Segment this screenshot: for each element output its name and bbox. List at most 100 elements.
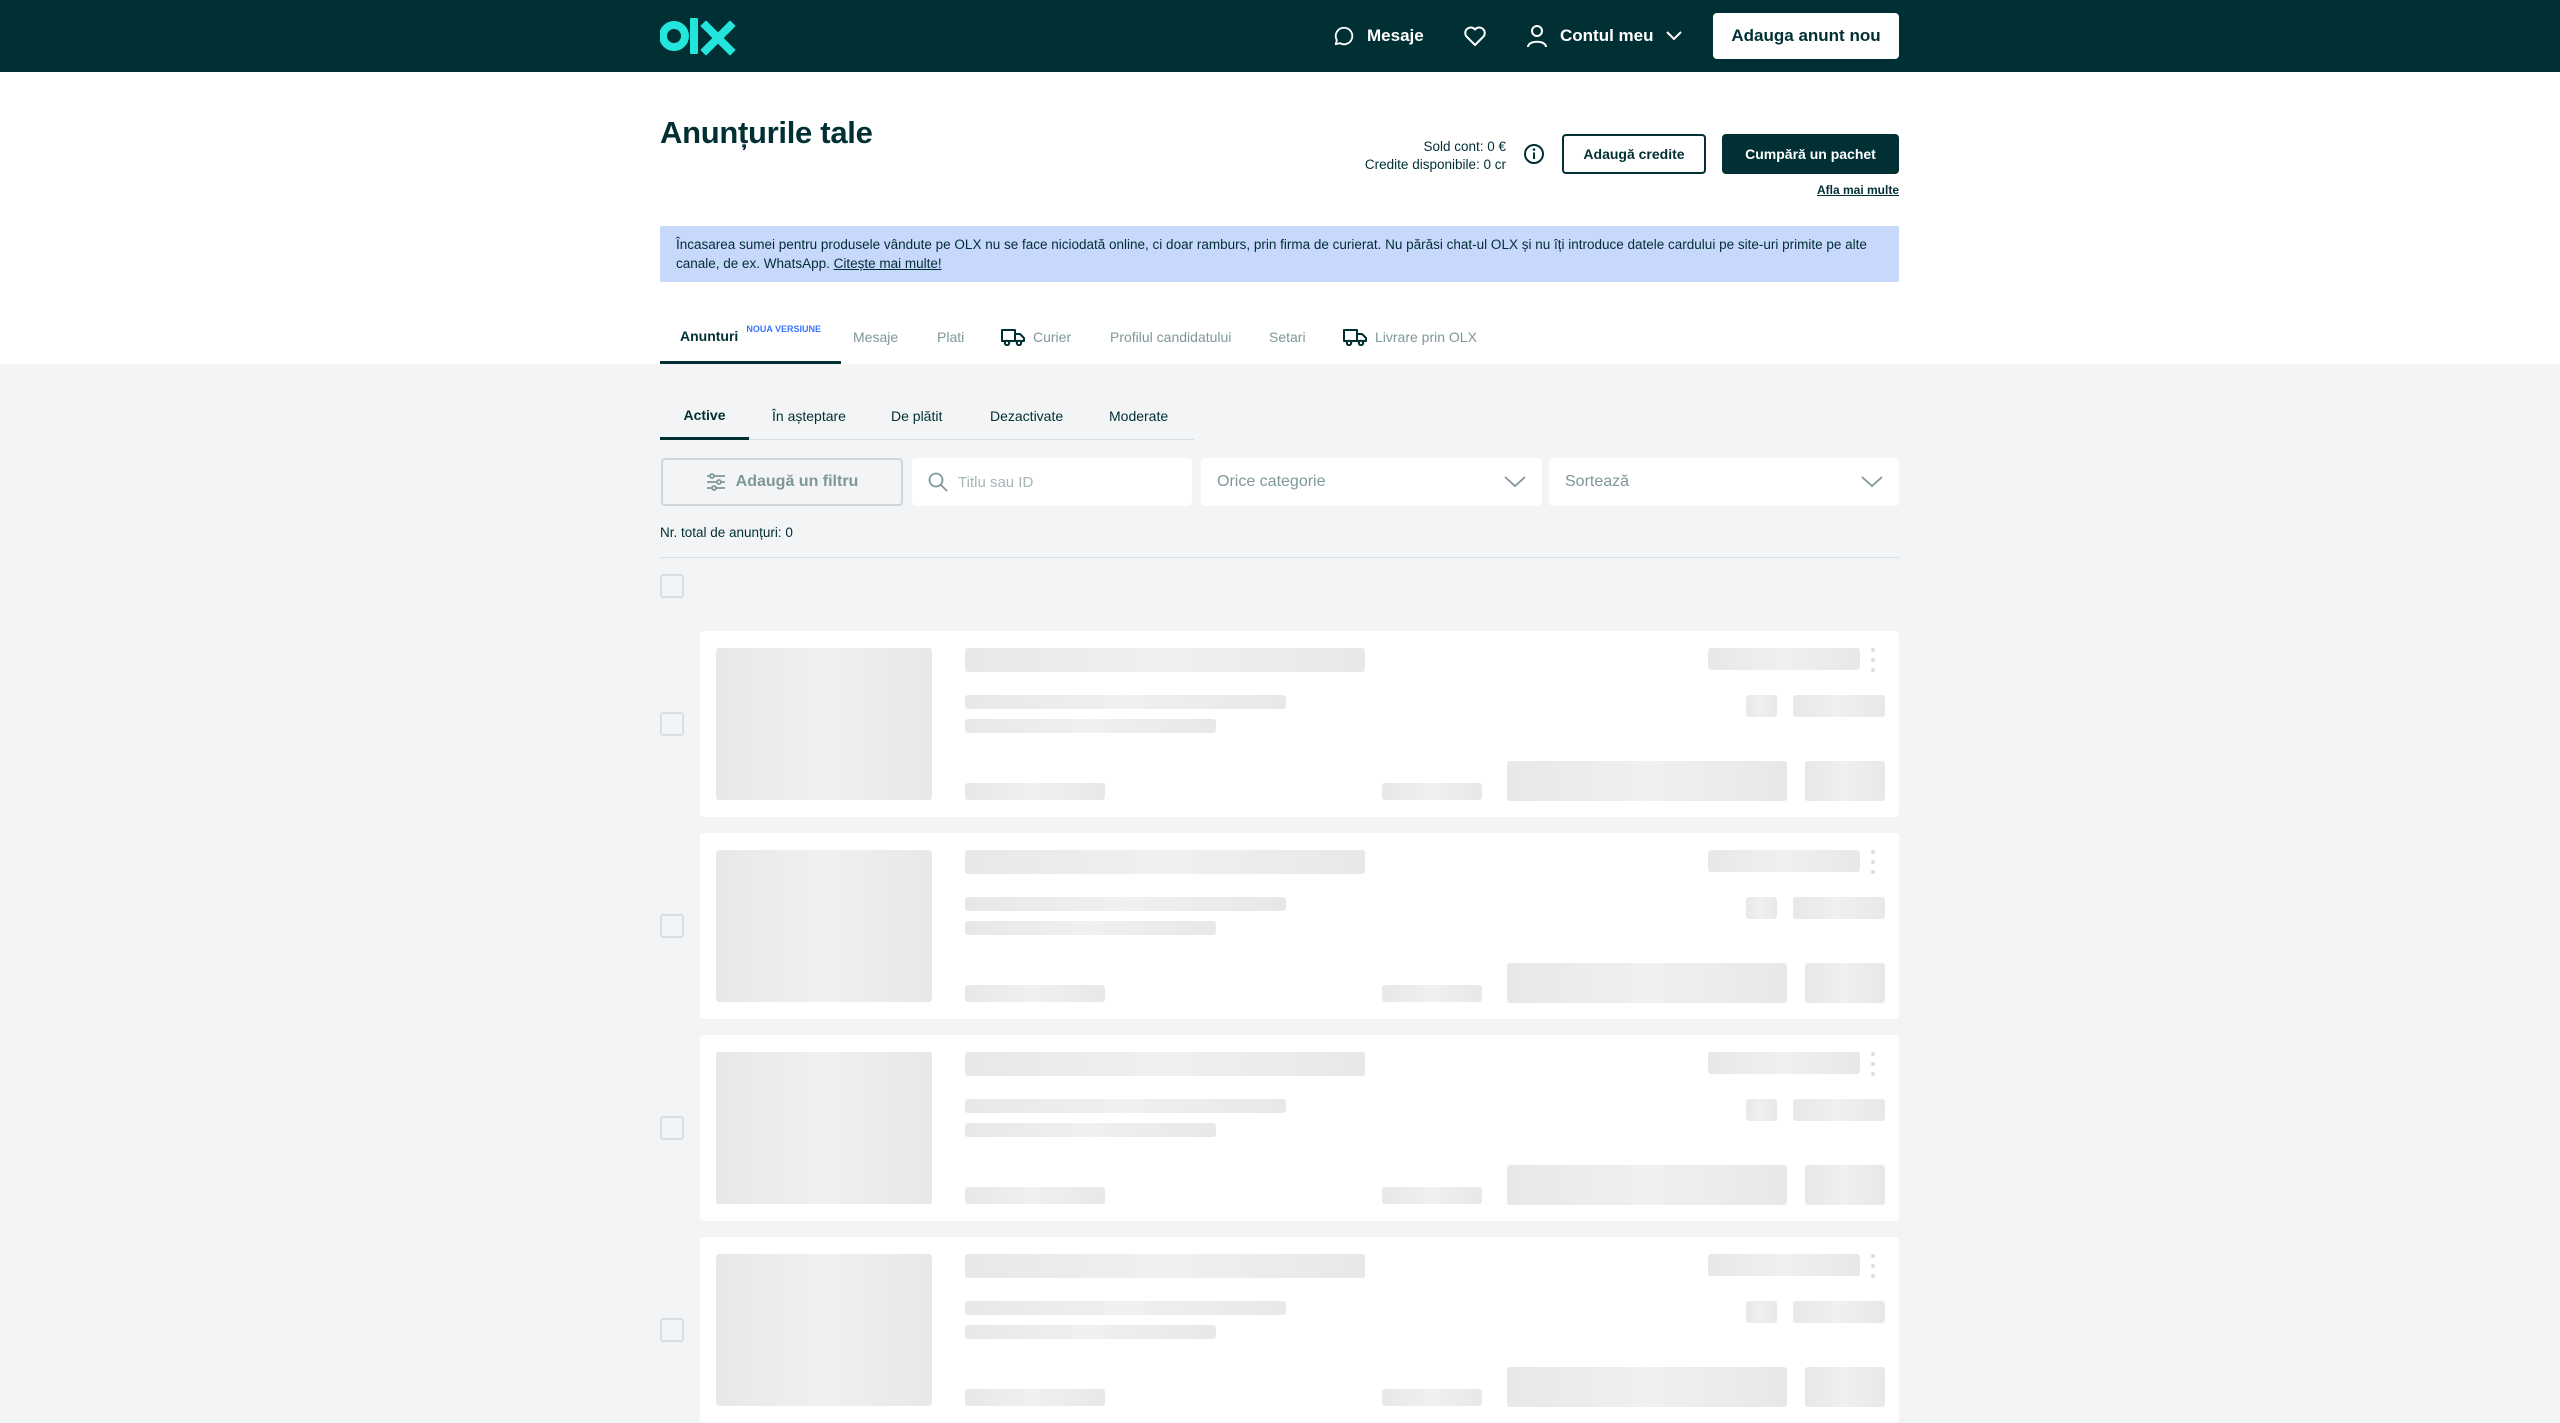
olx-logo[interactable] [660,16,736,56]
top-navigation-bar: Mesaje Contul meu Adauga anunt nou [0,0,2560,72]
search-input[interactable] [958,473,1158,491]
skeleton-stat [1793,897,1885,919]
dot [1871,1274,1875,1278]
post-ad-button[interactable]: Adauga anunt nou [1713,13,1899,59]
read-more-link[interactable]: Citește mai multe! [834,256,942,271]
tab-label: Livrare prin OLX [1375,329,1477,345]
chevron-down-icon [1665,31,1682,41]
tab-anunturi[interactable]: Anunturi NOUA VERSIUNE [660,310,842,364]
account-balance: Sold cont: 0 € Credite disponibile: 0 cr [1365,138,1506,174]
filter-sliders-icon [706,473,725,491]
tab-curier[interactable]: Curier [1001,310,1071,364]
skeleton-line [965,897,1286,911]
more-options-icon[interactable] [1870,1254,1876,1278]
search-field[interactable] [912,458,1192,506]
sort-select-value: Sortează [1565,473,1630,490]
ad-checkbox[interactable] [660,712,684,736]
skeleton-label [1708,850,1860,872]
heart-icon [1464,26,1486,46]
skeleton-price [1507,1165,1787,1205]
skeleton-stat [1793,1301,1885,1323]
skeleton-image [716,1254,932,1406]
tab-livrare-olx[interactable]: Livrare prin OLX [1343,310,1477,364]
dot [1871,658,1875,662]
tab-moderated[interactable]: Moderate [1109,392,1168,440]
ad-checkbox[interactable] [660,1116,684,1140]
chevron-down-icon [1861,476,1883,488]
favorites-nav[interactable] [1463,0,1487,72]
tab-pending[interactable]: În așteptare [772,392,846,440]
more-options-icon[interactable] [1870,648,1876,672]
status-tabs: Active În așteptare De plătit Dezactivat… [660,392,1194,440]
skeleton-line [965,1389,1105,1406]
tab-active[interactable]: Active [660,392,749,440]
skeleton-image [716,1052,932,1204]
ad-checkbox[interactable] [660,1318,684,1342]
tab-plati[interactable]: Plati [937,310,964,364]
skeleton-title [965,850,1365,874]
tab-label: În așteptare [772,408,846,424]
more-options-icon[interactable] [1870,850,1876,874]
dot [1871,1254,1875,1258]
buy-package-button[interactable]: Cumpără un pachet [1722,134,1899,174]
skeleton-line [965,1099,1286,1113]
skeleton-line [965,783,1105,800]
new-version-badge: NOUA VERSIUNE [746,323,822,334]
add-filter-button[interactable]: Adaugă un filtru [661,458,903,506]
user-icon [1527,25,1547,48]
tab-label: Setari [1269,329,1306,345]
ad-card-skeleton [700,1035,1899,1221]
skeleton-line [965,985,1105,1002]
skeleton-badge [1805,1367,1885,1407]
skeleton-price [1507,963,1787,1003]
skeleton-line [1382,985,1482,1002]
tab-label: De plătit [891,408,943,424]
skeleton-stat [1793,1099,1885,1121]
dot [1871,1072,1875,1076]
skeleton-price [1507,1367,1787,1407]
dot [1871,850,1875,854]
tab-unpaid[interactable]: De plătit [891,392,942,440]
skeleton-title [965,1052,1365,1076]
skeleton-line [1382,783,1482,800]
tab-label: Moderate [1109,408,1169,424]
learn-more-link[interactable]: Afla mai multe [1817,183,1899,197]
tab-profil-candidat[interactable]: Profilul candidatului [1110,310,1231,364]
ad-card-skeleton [700,833,1899,1019]
tab-mesaje[interactable]: Mesaje [853,310,898,364]
skeleton-label [1708,648,1860,670]
dot [1871,1052,1875,1056]
page-title: Anunțurile tale [660,115,873,150]
add-credits-button[interactable]: Adaugă credite [1562,134,1706,174]
tab-deactivated[interactable]: Dezactivate [990,392,1063,440]
skeleton-image [716,850,932,1002]
messages-nav[interactable]: Mesaje [1333,0,1424,72]
tab-setari[interactable]: Setari [1269,310,1306,364]
select-all-checkbox[interactable] [660,574,684,598]
skeleton-stat [1793,695,1885,717]
dot [1871,668,1875,672]
skeleton-price [1507,761,1787,801]
dot [1871,648,1875,652]
ad-checkbox[interactable] [660,914,684,938]
sort-select[interactable]: Sortează [1549,458,1899,506]
credits-label: Credite disponibile: 0 cr [1364,157,1506,172]
skeleton-line [965,1301,1286,1315]
truck-icon [1001,329,1025,346]
account-nav[interactable]: Contul meu [1526,0,1682,72]
more-options-icon[interactable] [1870,1052,1876,1076]
skeleton-badge [1805,761,1885,801]
divider [660,557,1899,558]
skeleton-image [716,648,932,800]
ad-card-skeleton [700,631,1899,817]
skeleton-badge [1805,1165,1885,1205]
tab-label: Anunturi [680,327,739,344]
info-icon[interactable] [1523,143,1545,165]
skeleton-label [1708,1254,1860,1276]
skeleton-title [965,648,1365,672]
add-filter-label: Adaugă un filtru [735,473,859,490]
balance-label: Sold cont: 0 € [1423,139,1506,154]
tab-label: Plati [937,329,965,345]
chat-icon [1334,26,1354,46]
category-select[interactable]: Orice categorie [1201,458,1542,506]
